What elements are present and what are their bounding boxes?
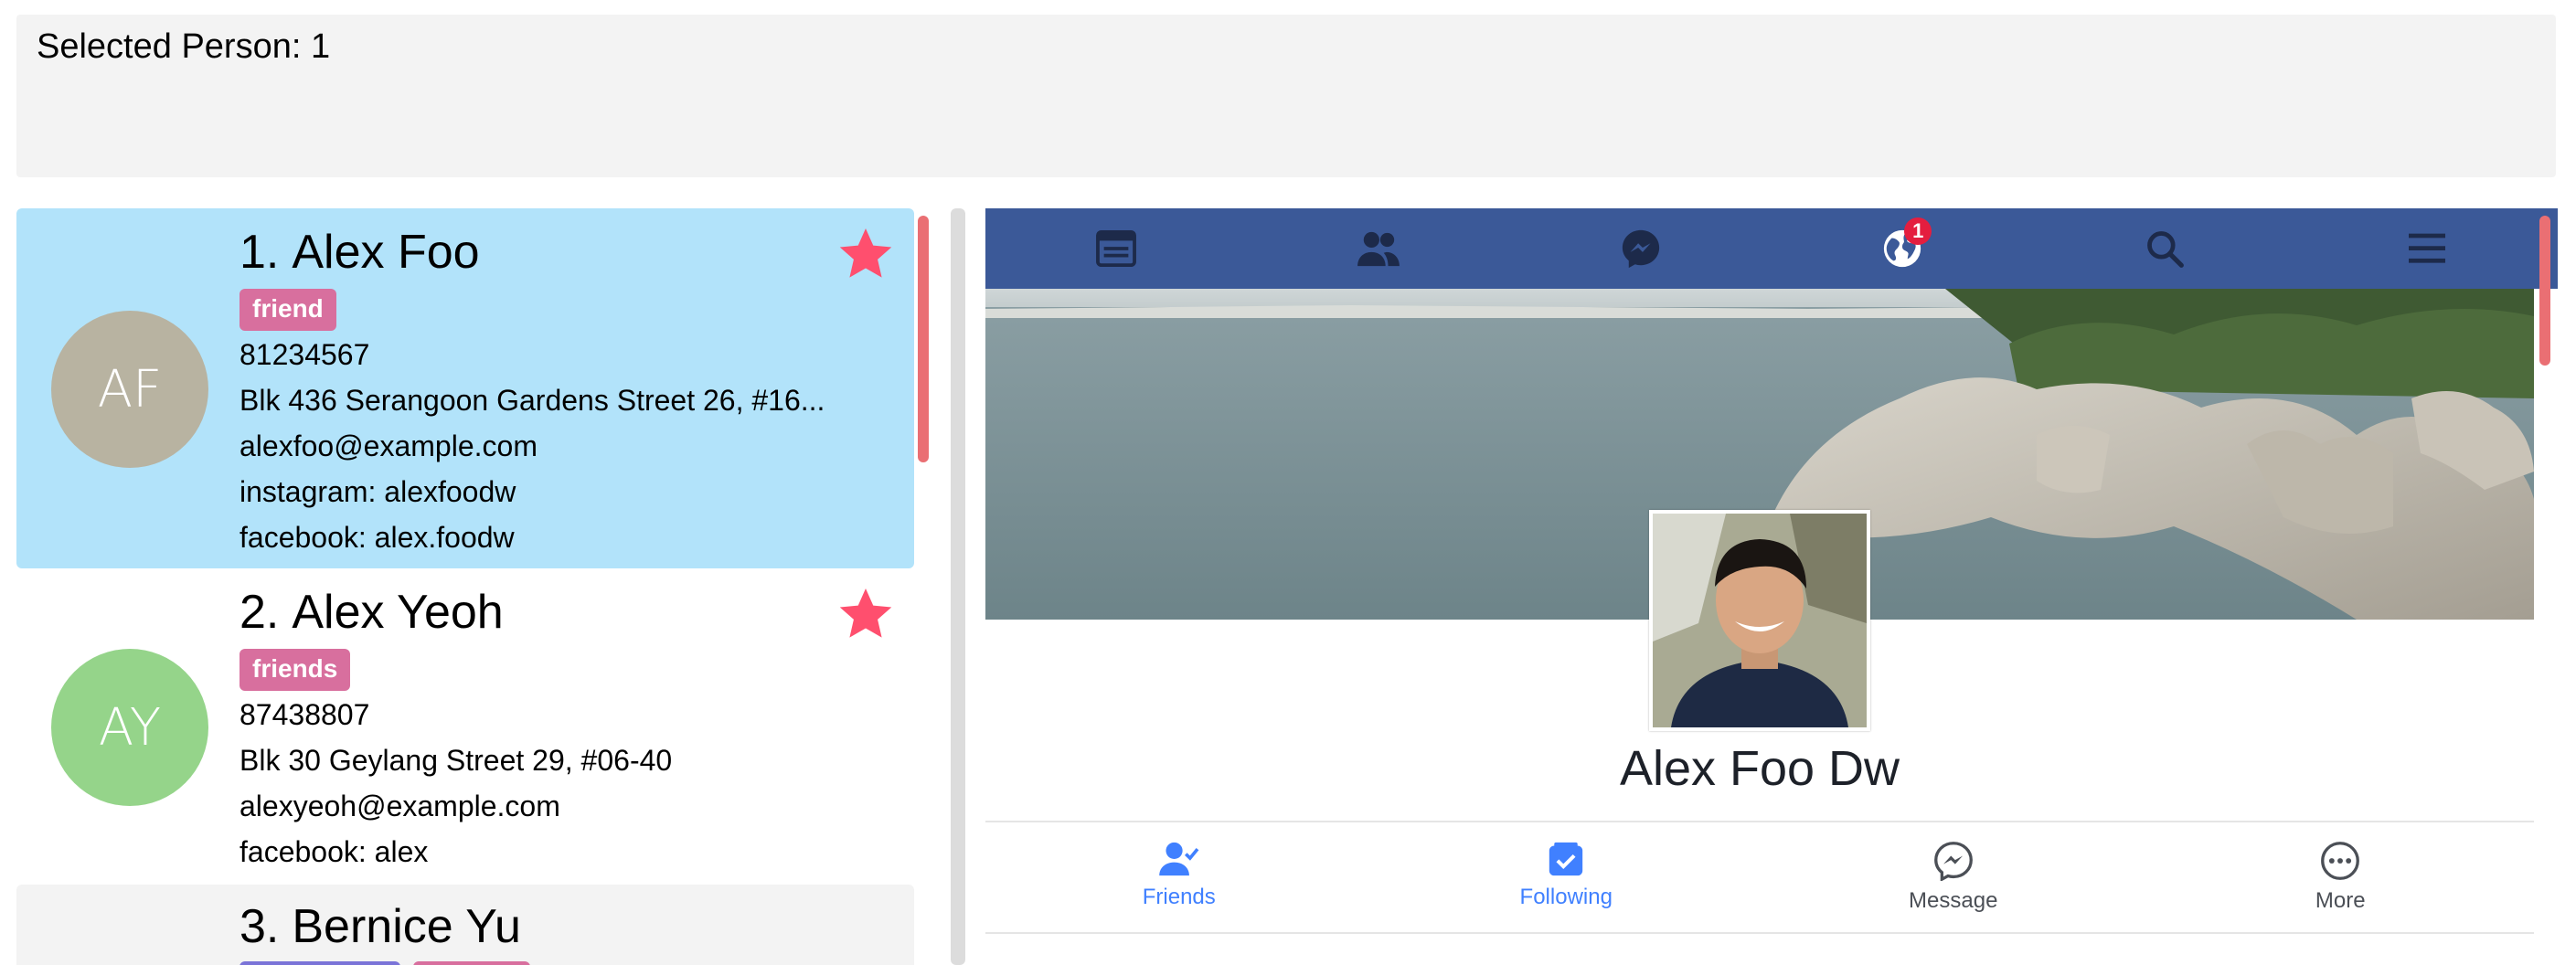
tag xyxy=(240,961,400,965)
nav-friends[interactable] xyxy=(1324,208,1433,289)
split-pane-divider[interactable] xyxy=(951,208,965,965)
email: alexfoo@example.com xyxy=(240,429,538,462)
browser-scrollbar[interactable] xyxy=(2539,216,2550,366)
friend-check-icon xyxy=(1158,842,1199,876)
nav-news-feed[interactable] xyxy=(1061,208,1171,289)
menu-icon xyxy=(2408,233,2445,263)
tag: friends xyxy=(240,649,351,691)
favorite-star-icon[interactable] xyxy=(836,585,896,643)
person-card-3[interactable]: 3. Bernice Yu xyxy=(16,885,914,965)
tag: friend xyxy=(240,289,336,331)
notification-badge: 1 xyxy=(1904,217,1932,245)
nav-messenger[interactable] xyxy=(1586,208,1696,289)
more-icon xyxy=(2321,842,2360,880)
person-name: 2. Alex Yeoh xyxy=(240,585,504,640)
favorite-star-icon[interactable] xyxy=(836,225,896,283)
search-icon xyxy=(2147,231,2184,268)
person-index: 2. xyxy=(240,586,280,639)
person-name: 3. Bernice Yu xyxy=(240,899,521,954)
person-name-text: Alex Foo xyxy=(292,226,480,279)
person-name-text: Alex Yeoh xyxy=(292,586,504,639)
person-card-1[interactable]: AF 1. Alex Foo friend 81234567 Blk 436 Se… xyxy=(16,208,914,568)
action-message[interactable]: Message xyxy=(1853,830,2054,930)
avatar-initials: AF xyxy=(97,359,163,419)
result-display: Selected Person: 1 xyxy=(16,15,2556,177)
person-index: 3. xyxy=(240,900,280,953)
action-label: More xyxy=(2315,888,2366,913)
following-icon xyxy=(1549,842,1583,876)
email: alexyeoh@example.com xyxy=(240,790,560,822)
profile-picture[interactable] xyxy=(1649,510,1870,731)
phone: 87438807 xyxy=(240,698,370,731)
action-label: Following xyxy=(1519,885,1613,909)
facebook: facebook: alex.foodw xyxy=(240,521,515,554)
messenger-icon xyxy=(1933,842,1973,881)
facebook-nav-bar: 1 xyxy=(985,208,2558,289)
tag-list: friend xyxy=(240,289,336,331)
avatar: AY xyxy=(51,649,208,806)
nav-menu[interactable] xyxy=(2372,208,2482,289)
avatar: AF xyxy=(51,311,208,468)
result-text: Selected Person: 1 xyxy=(37,27,331,66)
messenger-icon xyxy=(1622,229,1659,269)
action-more[interactable]: More xyxy=(2240,830,2441,930)
nav-search[interactable] xyxy=(2110,208,2219,289)
tag-list xyxy=(240,961,530,965)
profile-name: Alex Foo Dw xyxy=(1619,741,1900,796)
person-card-2[interactable]: AY 2. Alex Yeoh friends 87438807 Blk 30 G… xyxy=(16,568,914,883)
nav-notifications[interactable]: 1 xyxy=(1847,208,1957,289)
address: Blk 30 Geylang Street 29, #06-40 xyxy=(240,744,673,777)
tag-list: friends xyxy=(240,649,351,691)
action-label: Message xyxy=(1909,888,1998,913)
phone: 81234567 xyxy=(240,338,370,371)
separator xyxy=(985,932,2534,934)
news-feed-icon xyxy=(1096,229,1137,268)
separator xyxy=(985,821,2534,822)
facebook: facebook: alex xyxy=(240,835,429,868)
tag xyxy=(413,961,530,965)
person-name-text: Bernice Yu xyxy=(292,900,521,953)
friends-icon xyxy=(1357,231,1400,267)
person-list[interactable]: AF 1. Alex Foo friend 81234567 Blk 436 Se… xyxy=(16,208,914,965)
person-name: 1. Alex Foo xyxy=(240,225,480,280)
profile-actions: Friends Following Message More xyxy=(985,830,2534,930)
instagram: instagram: alexfoodw xyxy=(240,475,516,508)
list-scrollbar[interactable] xyxy=(918,216,929,462)
address: Blk 436 Serangoon Gardens Street 26, #16… xyxy=(240,384,825,417)
action-following[interactable]: Following xyxy=(1465,830,1666,930)
browser-panel[interactable]: 1 Alex Foo Dw Friends Following Message … xyxy=(985,208,2558,965)
action-label: Friends xyxy=(1142,885,1216,909)
action-friends[interactable]: Friends xyxy=(1079,830,1280,930)
avatar-initials: AY xyxy=(98,697,162,758)
person-index: 1. xyxy=(240,226,280,279)
